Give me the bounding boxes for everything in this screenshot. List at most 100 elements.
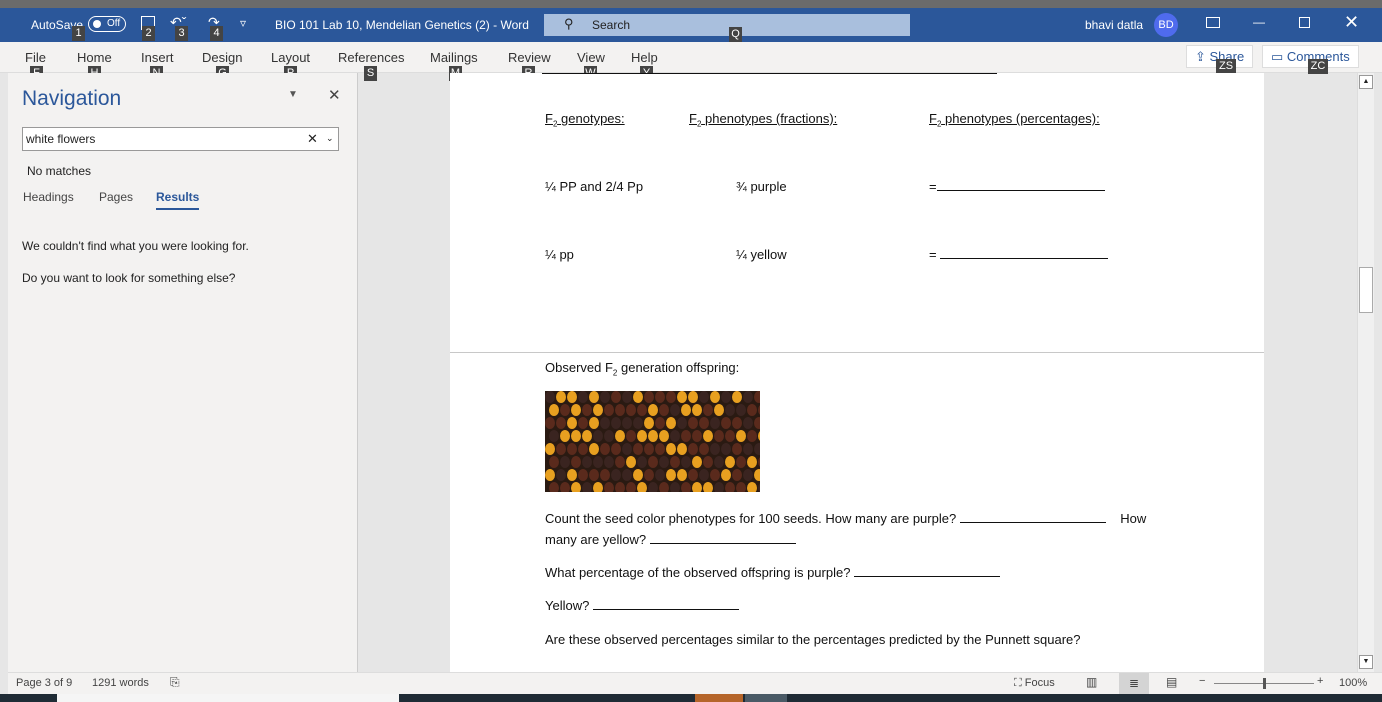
kernel: [736, 404, 746, 416]
kernel: [721, 469, 731, 481]
kernel: [655, 391, 665, 403]
kernel: [644, 417, 654, 429]
web-layout-icon[interactable]: ▤: [1166, 675, 1177, 689]
zoom-level[interactable]: 100%: [1339, 677, 1367, 689]
close-icon[interactable]: ✕: [1344, 12, 1359, 33]
document-page[interactable]: F2 genotypes: F2 phenotypes (fractions):…: [450, 73, 1264, 672]
focus-button[interactable]: ⛶ Focus: [1014, 677, 1055, 690]
kernel: [567, 443, 577, 455]
kernel: [725, 430, 735, 442]
kernel: [747, 430, 757, 442]
kernel: [688, 391, 698, 403]
top-strip: [0, 0, 1382, 8]
search-suggestion: Do you want to look for something else?: [22, 271, 236, 285]
ribbon-display-icon[interactable]: [1206, 17, 1220, 28]
page-count[interactable]: Page 3 of 9: [16, 677, 72, 689]
minimize-icon[interactable]: —: [1253, 15, 1265, 29]
kernel: [692, 456, 702, 468]
kernel: [659, 482, 669, 492]
kernel: [655, 469, 665, 481]
tab-pages[interactable]: Pages: [99, 190, 133, 204]
kernel: [560, 430, 570, 442]
kernel: [688, 443, 698, 455]
kernel: [593, 456, 603, 468]
kernel: [578, 443, 588, 455]
kernel: [582, 430, 592, 442]
kernel: [725, 456, 735, 468]
customize-qat-icon[interactable]: ▿: [240, 16, 246, 30]
restore-icon[interactable]: [1299, 17, 1310, 28]
kernel: [633, 443, 643, 455]
zoom-in-icon[interactable]: +: [1317, 675, 1323, 687]
scroll-down-icon[interactable]: ▼: [1359, 655, 1373, 669]
kernel: [666, 417, 676, 429]
scroll-up-icon[interactable]: ▲: [1359, 75, 1373, 89]
kernel: [637, 404, 647, 416]
kernel: [545, 443, 555, 455]
tab-file[interactable]: File: [25, 50, 46, 65]
clear-search-icon[interactable]: ✕: [307, 131, 318, 147]
tab-results[interactable]: Results: [156, 190, 200, 210]
print-layout-icon[interactable]: ≣: [1119, 673, 1149, 694]
vertical-scrollbar[interactable]: ▲ ▼: [1357, 73, 1374, 672]
user-name[interactable]: bhavi datla: [1085, 18, 1143, 32]
kernel: [622, 417, 632, 429]
kernel: [604, 404, 614, 416]
kernel: [743, 469, 753, 481]
tab-mailings[interactable]: Mailings: [430, 50, 478, 65]
tab-home[interactable]: Home: [77, 50, 112, 65]
kernel: [725, 482, 735, 492]
tab-review[interactable]: Review: [508, 50, 551, 65]
search-dropdown-icon[interactable]: ⌄: [326, 133, 334, 144]
nav-search-input[interactable]: white flowers ✕ ⌄: [22, 127, 339, 151]
zoom-out-icon[interactable]: −: [1199, 675, 1205, 687]
read-mode-icon[interactable]: ▥: [1086, 675, 1097, 689]
kernel: [615, 404, 625, 416]
nav-options-icon[interactable]: ▼: [288, 89, 298, 100]
word-count[interactable]: 1291 words: [92, 677, 149, 689]
kernel: [604, 430, 614, 442]
proofing-icon[interactable]: ⎘: [170, 675, 180, 690]
corn-kernels-image: [545, 391, 760, 492]
kernel: [611, 391, 621, 403]
kernel: [681, 404, 691, 416]
tab-design[interactable]: Design: [202, 50, 242, 65]
autosave-toggle[interactable]: Off: [88, 16, 126, 32]
tab-references[interactable]: References: [338, 50, 404, 65]
header-genotypes: F2 genotypes:: [545, 111, 625, 129]
kernel: [754, 391, 760, 403]
kernel: [710, 469, 720, 481]
kernel: [637, 482, 647, 492]
comment-icon: ▭: [1271, 49, 1287, 64]
tab-insert[interactable]: Insert: [141, 50, 174, 65]
tab-view[interactable]: View: [577, 50, 605, 65]
avatar[interactable]: BD: [1154, 13, 1178, 37]
kernel: [648, 456, 658, 468]
kernel: [567, 417, 577, 429]
keytip: ZC: [1308, 59, 1328, 74]
kernel: [626, 482, 636, 492]
kernel: [600, 469, 610, 481]
zoom-slider[interactable]: [1214, 678, 1314, 689]
kernel: [699, 391, 709, 403]
kernel: [699, 443, 709, 455]
kernel: [655, 417, 665, 429]
header-fractions: F2 phenotypes (fractions):: [689, 111, 838, 129]
tab-headings[interactable]: Headings: [23, 190, 74, 204]
kernel: [758, 457, 760, 467]
search-icon: ⚲: [564, 16, 574, 31]
title-bar: AutoSave Off 1 2 ↶ˇ 3 ↷ 4 ▿ BIO 101 Lab …: [0, 8, 1382, 42]
tab-help[interactable]: Help: [631, 50, 658, 65]
kernel: [747, 404, 757, 416]
document-title: BIO 101 Lab 10, Mendelian Genetics (2) -…: [275, 18, 529, 32]
keytip: 1: [72, 26, 85, 41]
search-box[interactable]: ⚲ Search: [544, 14, 910, 36]
kernel: [556, 391, 566, 403]
tab-layout[interactable]: Layout: [271, 50, 310, 65]
nav-close-icon[interactable]: ✕: [328, 86, 341, 104]
kernel: [743, 443, 753, 455]
kernel: [648, 404, 658, 416]
scroll-thumb[interactable]: [1359, 267, 1373, 313]
kernel: [677, 469, 687, 481]
kernel: [567, 469, 577, 481]
